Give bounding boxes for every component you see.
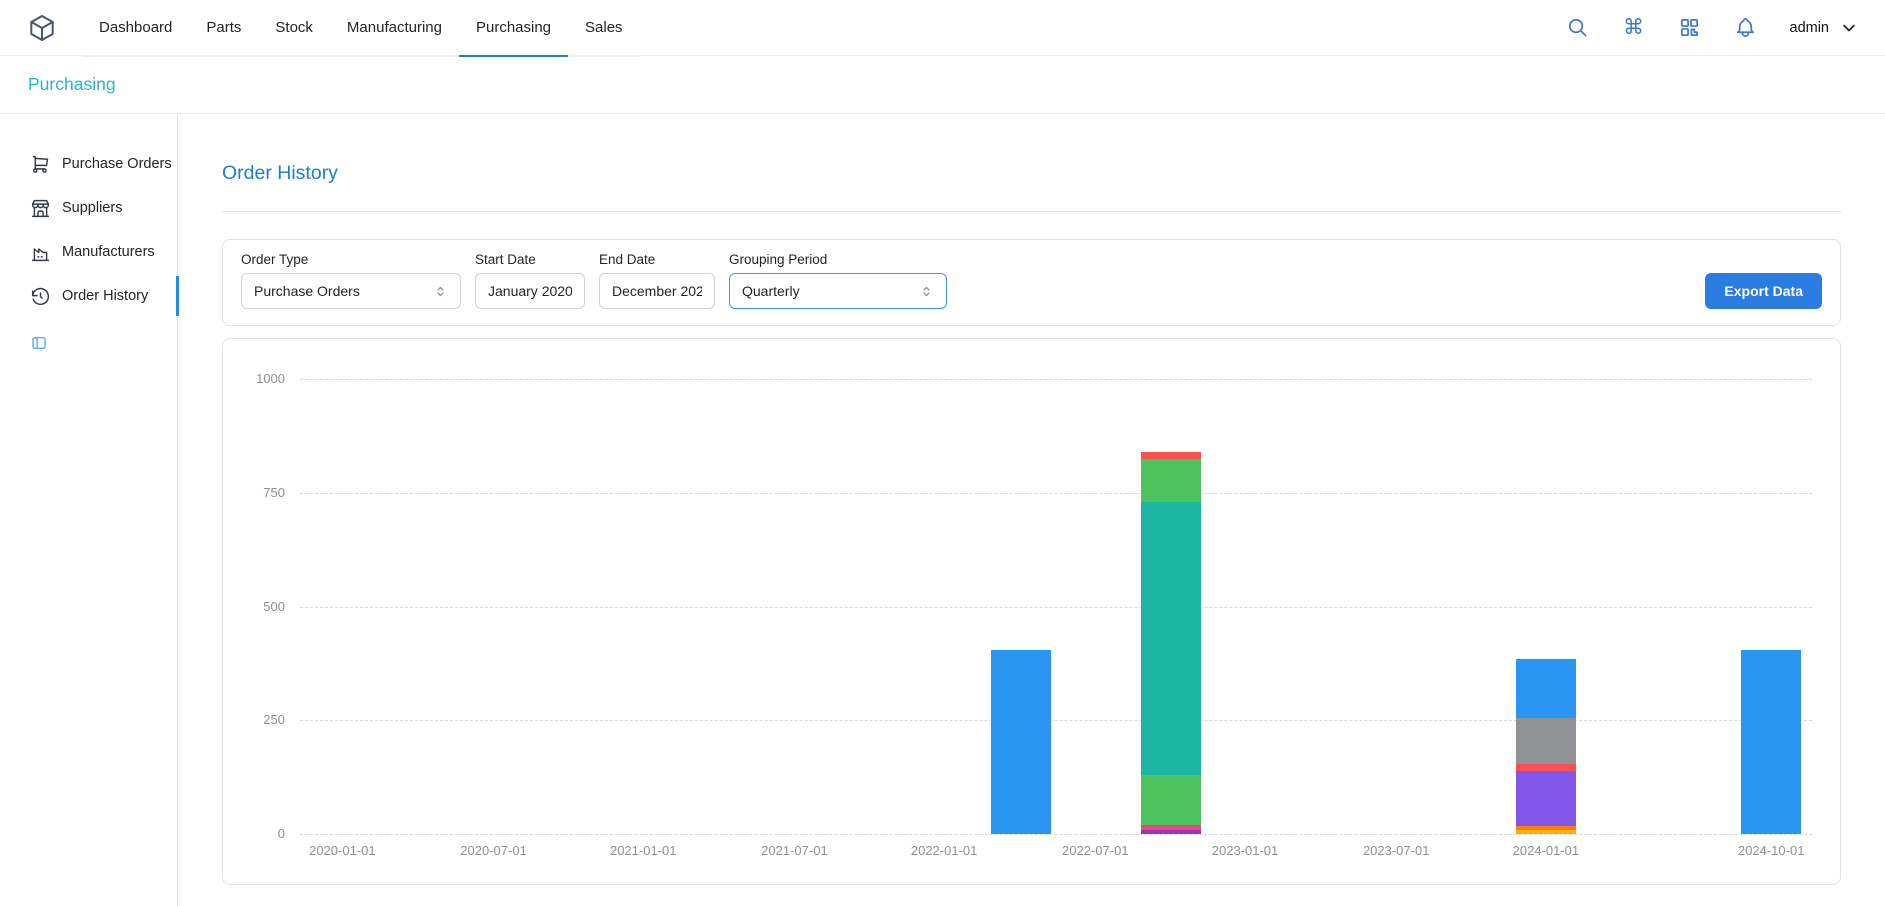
x-axis-tick-label: 2024-10-01 [1706, 843, 1836, 858]
user-menu[interactable]: admin [1790, 18, 1860, 38]
navbar-actions: ⌘ admin [1566, 16, 1860, 40]
grouping-period-field: Grouping Period Quarterly [729, 252, 947, 309]
filter-toolbar: Order Type Purchase Orders Start Date En… [222, 239, 1841, 326]
purchasing-sidebar: Purchase Orders Suppliers Manufacturers … [0, 114, 178, 906]
stacked-bar-2022-04-01 [991, 650, 1051, 834]
y-axis-tick-label: 0 [230, 826, 285, 841]
sidebar-item-suppliers[interactable]: Suppliers [0, 186, 177, 230]
bar-segment [1141, 775, 1201, 825]
username-label: admin [1790, 20, 1830, 36]
order-type-value: Purchase Orders [254, 283, 360, 299]
x-axis-tick-label: 2020-07-01 [429, 843, 559, 858]
building-factory-icon [30, 242, 51, 263]
stacked-bar-2024-01-01 [1516, 659, 1576, 834]
gridline [300, 493, 1812, 494]
x-axis-tick-label: 2020-01-01 [277, 843, 407, 858]
x-axis-tick-label: 2021-07-01 [729, 843, 859, 858]
bar-segment [991, 650, 1051, 834]
start-date-label: Start Date [475, 252, 585, 267]
breadcrumb-purchasing-link[interactable]: Purchasing [28, 74, 116, 95]
stacked-bar-2024-10-01 [1741, 650, 1801, 834]
end-date-label: End Date [599, 252, 715, 267]
page-title: Order History [222, 162, 1841, 185]
order-history-chart-card: 0 250 500 750 1000 2020-01-01 2020-07-01 2021-0… [222, 338, 1841, 885]
gridline [300, 834, 1812, 835]
y-axis-tick-label: 1000 [230, 371, 285, 386]
divider [222, 211, 1841, 212]
app-logo-icon[interactable] [26, 11, 60, 45]
end-date-field: End Date [599, 252, 715, 309]
y-axis-tick-label: 250 [230, 712, 285, 727]
top-navbar: Dashboard Parts Stock Manufacturing Purc… [0, 0, 1885, 56]
sidebar-item-label: Purchase Orders [62, 156, 172, 172]
tab-sales[interactable]: Sales [568, 1, 640, 57]
shopping-cart-icon [30, 154, 51, 175]
breadcrumb: Purchasing [0, 56, 1885, 114]
search-icon[interactable] [1566, 16, 1590, 40]
main-nav-tabs: Dashboard Parts Stock Manufacturing Purc… [82, 1, 640, 57]
export-data-button[interactable]: Export Data [1705, 273, 1822, 309]
x-axis-tick-label: 2023-01-01 [1180, 843, 1310, 858]
building-store-icon [30, 198, 51, 219]
gridline [300, 720, 1812, 721]
gridline [300, 379, 1812, 380]
sidebar-item-label: Suppliers [62, 200, 122, 216]
end-date-input[interactable] [599, 273, 715, 309]
collapse-sidebar-icon[interactable] [30, 334, 50, 354]
tab-dashboard[interactable]: Dashboard [82, 1, 189, 57]
bar-segment [1516, 764, 1576, 771]
x-axis-tick-label: 2022-01-01 [879, 843, 1009, 858]
command-palette-icon[interactable]: ⌘ [1622, 16, 1646, 40]
notifications-bell-icon[interactable] [1734, 16, 1758, 40]
grouping-period-value: Quarterly [742, 283, 800, 299]
tab-purchasing[interactable]: Purchasing [459, 1, 568, 57]
bar-segment [1516, 718, 1576, 764]
tab-stock[interactable]: Stock [258, 1, 330, 57]
y-axis-tick-label: 750 [230, 485, 285, 500]
chevron-up-down-icon [919, 284, 934, 299]
start-date-field: Start Date [475, 252, 585, 309]
sidebar-item-manufacturers[interactable]: Manufacturers [0, 230, 177, 274]
stacked-bar-2022-10-01 [1141, 452, 1201, 834]
bar-segment [1141, 502, 1201, 775]
bar-segment [1516, 659, 1576, 718]
grouping-period-label: Grouping Period [729, 252, 947, 267]
order-history-chart: 025050075010002020-01-012020-07-012021-0… [300, 379, 1812, 834]
tab-parts[interactable]: Parts [189, 1, 258, 57]
order-type-field: Order Type Purchase Orders [241, 252, 461, 309]
chevron-down-icon [1839, 18, 1859, 38]
order-type-label: Order Type [241, 252, 461, 267]
x-axis-tick-label: 2022-07-01 [1030, 843, 1160, 858]
start-date-input[interactable] [475, 273, 585, 309]
bar-segment [1741, 650, 1801, 834]
tab-manufacturing[interactable]: Manufacturing [330, 1, 459, 57]
sidebar-item-label: Order History [62, 288, 148, 304]
bar-segment [1141, 459, 1201, 502]
order-type-select[interactable]: Purchase Orders [241, 273, 461, 309]
x-axis-tick-label: 2023-07-01 [1331, 843, 1461, 858]
bar-segment [1141, 452, 1201, 459]
qr-code-icon[interactable] [1678, 16, 1702, 40]
bar-segment [1516, 771, 1576, 826]
history-clock-icon [30, 286, 51, 307]
sidebar-item-purchase-orders[interactable]: Purchase Orders [0, 142, 177, 186]
gridline [300, 607, 1812, 608]
y-axis-tick-label: 500 [230, 599, 285, 614]
x-axis-tick-label: 2024-01-01 [1481, 843, 1611, 858]
sidebar-item-label: Manufacturers [62, 244, 155, 260]
bar-segment [1141, 830, 1201, 834]
x-axis-tick-label: 2021-01-01 [578, 843, 708, 858]
grouping-period-select[interactable]: Quarterly [729, 273, 947, 309]
sidebar-item-order-history[interactable]: Order History [0, 274, 177, 318]
chevron-up-down-icon [433, 284, 448, 299]
order-history-panel: Order History Order Type Purchase Orders… [178, 114, 1885, 906]
bar-segment [1516, 830, 1576, 834]
